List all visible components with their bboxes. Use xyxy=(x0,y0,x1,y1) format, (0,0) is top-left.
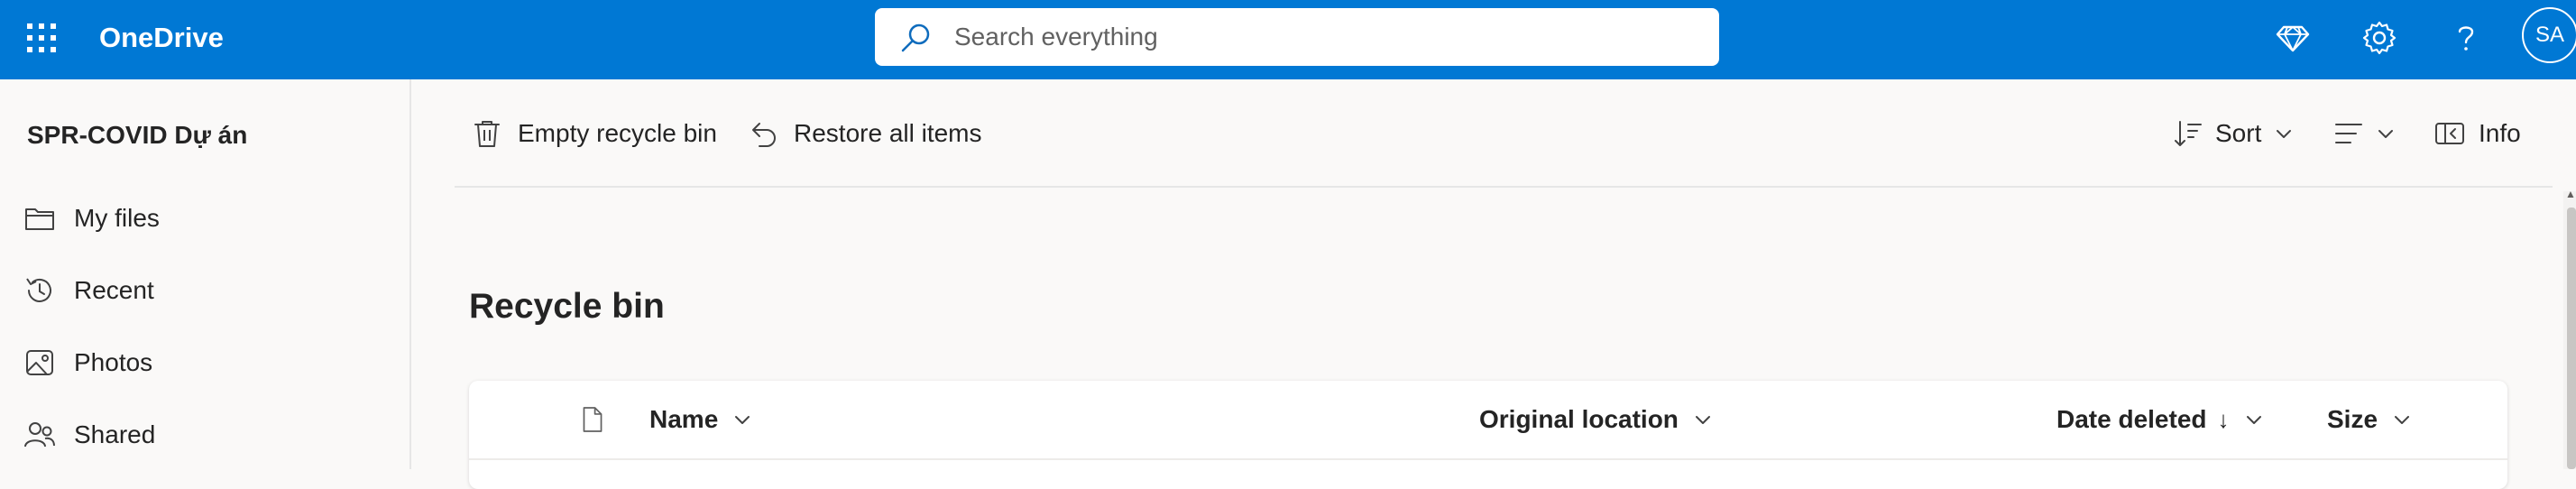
sidebar-item-label: Recent xyxy=(74,276,154,304)
empty-recycle-bin-label: Empty recycle bin xyxy=(518,119,717,147)
recycle-bin-list: Name Original location Date deleted ↓ Si… xyxy=(469,381,2507,489)
photo-icon xyxy=(23,346,56,379)
sort-label: Sort xyxy=(2215,119,2262,147)
search-box[interactable]: Search everything xyxy=(875,8,1719,66)
column-header-label: Date deleted xyxy=(2056,405,2207,433)
scrollbar-thumb[interactable] xyxy=(2567,208,2576,469)
app-launcher-icon[interactable] xyxy=(25,22,58,54)
command-bar-divider xyxy=(455,186,2553,188)
column-header-original-location[interactable]: Original location xyxy=(1479,381,1713,458)
chevron-down-icon xyxy=(1695,416,1710,424)
top-app-bar: OneDrive Search everything SA xyxy=(0,0,2576,79)
undo-icon xyxy=(752,123,776,147)
app-name-link[interactable]: OneDrive xyxy=(99,20,224,56)
chevron-down-icon xyxy=(735,416,750,424)
column-header-name[interactable]: Name xyxy=(649,381,752,458)
avatar[interactable]: SA xyxy=(2522,7,2576,63)
column-header-label: Original location xyxy=(1479,405,1679,433)
sort-button[interactable]: Sort xyxy=(2172,108,2294,159)
sidebar-item-photos[interactable]: Photos xyxy=(23,341,384,384)
sidebar-item-label: Photos xyxy=(74,348,153,376)
chevron-down-icon xyxy=(2277,130,2292,138)
chevron-down-icon xyxy=(2246,416,2261,424)
info-label: Info xyxy=(2479,119,2521,147)
restore-all-items-label: Restore all items xyxy=(794,119,982,147)
sidebar-item-label: Shared xyxy=(74,420,156,448)
sidebar-item-my-files[interactable]: My files xyxy=(23,197,384,240)
scroll-up-arrow-icon[interactable]: ▲ xyxy=(2565,188,2576,200)
chevron-down-icon xyxy=(2395,416,2410,424)
site-title: SPR-COVID Dự án xyxy=(27,121,248,149)
list-header: Name Original location Date deleted ↓ Si… xyxy=(469,381,2507,460)
info-button[interactable]: Info xyxy=(2433,108,2521,159)
settings-gear-icon[interactable] xyxy=(2361,20,2397,56)
column-header-date-deleted[interactable]: Date deleted ↓ xyxy=(2056,381,2264,458)
premium-diamond-icon[interactable] xyxy=(2275,20,2311,56)
chevron-down-icon xyxy=(2378,130,2393,138)
restore-all-items-button[interactable]: Restore all items xyxy=(747,108,982,159)
sort-descending-arrow-icon: ↓ xyxy=(2217,406,2230,433)
sidebar-item-shared[interactable]: Shared xyxy=(23,413,384,457)
page-title: Recycle bin xyxy=(469,287,665,326)
column-header-size[interactable]: Size xyxy=(2327,381,2412,458)
empty-recycle-bin-button[interactable]: Empty recycle bin xyxy=(471,108,717,159)
help-question-icon[interactable] xyxy=(2448,20,2484,56)
column-header-label: Name xyxy=(649,405,719,433)
view-options-button[interactable] xyxy=(2332,108,2396,159)
trash-icon xyxy=(474,121,500,147)
search-input[interactable]: Search everything xyxy=(954,8,1158,66)
file-type-icon xyxy=(583,407,603,432)
info-pane-icon xyxy=(2435,123,2464,144)
left-navigation: SPR-COVID Dự án My files Recent Photos S… xyxy=(0,79,411,469)
list-view-icon xyxy=(2335,124,2362,143)
file-type-column-header[interactable] xyxy=(581,381,604,458)
column-header-label: Size xyxy=(2327,405,2378,433)
sort-icon xyxy=(2175,121,2202,146)
sidebar-item-label: My files xyxy=(74,204,160,232)
people-icon xyxy=(23,419,56,451)
recent-clock-icon xyxy=(23,274,56,307)
sidebar-item-recent[interactable]: Recent xyxy=(23,269,384,312)
folder-icon xyxy=(23,202,56,235)
search-icon xyxy=(900,23,931,53)
